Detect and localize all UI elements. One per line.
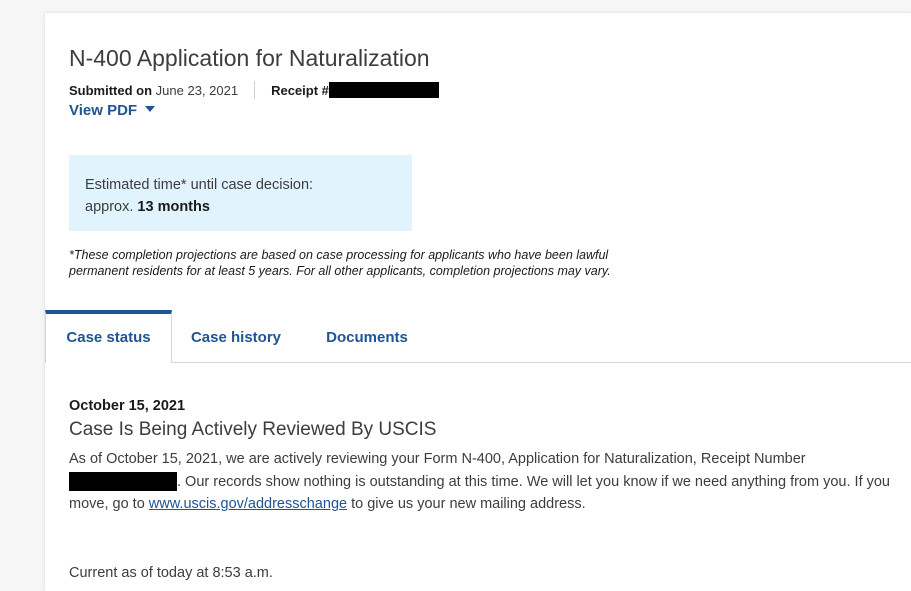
page-title: N-400 Application for Naturalization <box>69 45 430 71</box>
case-card: N-400 Application for Naturalization Sub… <box>45 13 911 591</box>
estimate-value-line: approx. 13 months <box>85 196 396 218</box>
case-tabs: Case status Case history Documents <box>45 310 911 363</box>
status-body-part1: As of October 15, 2021, we are actively … <box>69 451 806 467</box>
current-as-of: Current as of today at 8:53 a.m. <box>69 565 273 581</box>
status-body-part3: to give us your new mailing address. <box>351 496 586 512</box>
estimate-prefix: approx. <box>85 199 134 215</box>
case-status-panel: October 15, 2021 Case Is Being Actively … <box>69 398 899 516</box>
submission-meta: Submitted on June 23, 2021 Receipt # <box>69 81 439 99</box>
submitted-date: June 23, 2021 <box>155 82 239 98</box>
status-description: As of October 15, 2021, we are actively … <box>69 448 899 516</box>
receipt-number-redacted-inline <box>69 472 177 492</box>
estimate-box: Estimated time* until case decision: app… <box>69 155 412 231</box>
view-pdf-label: View PDF <box>69 102 138 119</box>
status-date: October 15, 2021 <box>69 398 186 414</box>
receipt-number-redacted <box>328 82 439 98</box>
view-pdf-dropdown[interactable]: View PDF <box>69 102 156 119</box>
caret-down-icon <box>145 106 156 113</box>
address-change-link[interactable]: www.uscis.gov/addresschange <box>149 496 347 512</box>
estimate-label: Estimated time* until case decision: <box>85 177 314 193</box>
tab-case-status[interactable]: Case status <box>45 310 172 363</box>
meta-divider <box>254 81 256 99</box>
tab-case-history[interactable]: Case history <box>181 310 291 362</box>
submitted-label: Submitted on <box>69 82 153 98</box>
receipt-label: Receipt # <box>271 82 329 98</box>
tab-documents[interactable]: Documents <box>315 310 419 362</box>
status-title: Case Is Being Actively Reviewed By USCIS <box>69 419 437 440</box>
estimate-value: 13 months <box>137 199 210 215</box>
estimate-footnote: *These completion projections are based … <box>69 248 611 278</box>
